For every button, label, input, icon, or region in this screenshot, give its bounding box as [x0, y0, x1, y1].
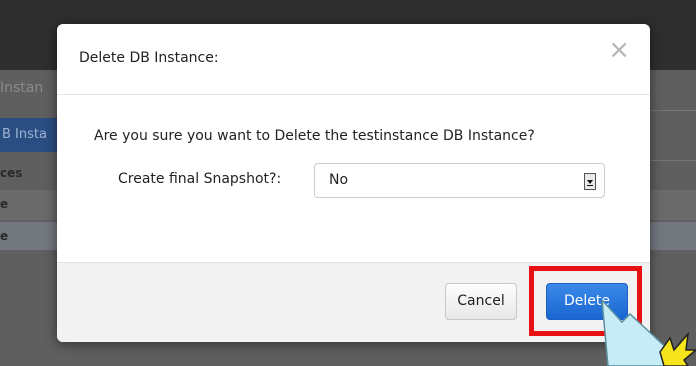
cancel-button[interactable]: Cancel — [445, 283, 517, 320]
background-divider — [650, 110, 696, 111]
background-sidebar-title: Instan — [0, 80, 44, 96]
pointer-star-shape — [659, 331, 696, 366]
background-sidebar-active-item[interactable]: B Insta — [0, 118, 58, 152]
background-sidebar-active-label: B Insta — [2, 127, 47, 142]
snapshot-label: Create final Snapshot?: — [118, 171, 282, 187]
pointer-arrow-icon — [601, 300, 696, 366]
background-divider — [650, 160, 696, 161]
dropdown-arrow-icon[interactable] — [584, 173, 596, 190]
background-sidebar-row: ces — [0, 166, 23, 180]
snapshot-select[interactable]: No — [314, 163, 605, 198]
dialog-body: Are you sure you want to Delete the test… — [57, 95, 650, 262]
dialog-title: Delete DB Instance: — [79, 50, 219, 66]
snapshot-select-value: No — [329, 172, 349, 188]
dialog-header: Delete DB Instance: × — [57, 24, 650, 95]
background-sidebar-row: e — [0, 229, 9, 243]
confirm-message: Are you sure you want to Delete the test… — [94, 128, 535, 144]
close-icon[interactable]: × — [608, 37, 630, 63]
background-sidebar-row: e — [0, 197, 9, 211]
